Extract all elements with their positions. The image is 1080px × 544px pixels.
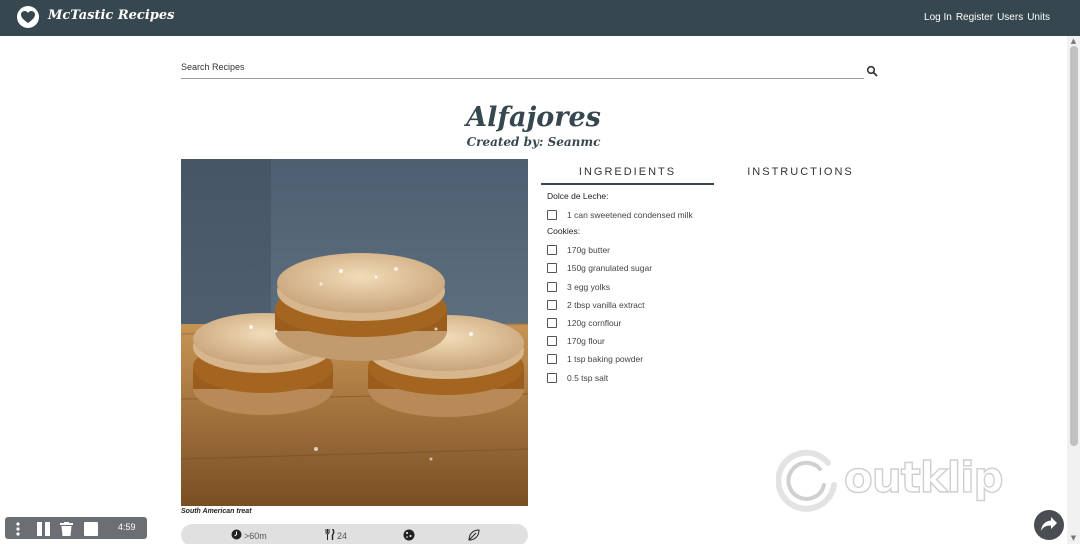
ingredient-group-heading: Dolce de Leche: (547, 191, 609, 201)
ingredient-group-heading: Cookies: (547, 226, 581, 237)
nav-register-link[interactable]: Register (956, 12, 993, 23)
nav-users-link[interactable]: Users (997, 12, 1023, 23)
ingredient-checkbox[interactable] (547, 354, 557, 365)
ingredient-item[interactable]: 170g butter (547, 241, 867, 259)
ingredient-label: 0.5 tsp salt (567, 372, 609, 383)
page-scrollbar[interactable]: ▲ ▼ (1067, 36, 1080, 544)
ingredient-checkbox[interactable] (547, 281, 557, 292)
more-icon[interactable] (15, 521, 21, 540)
ingredient-label: 150g granulated sugar (567, 263, 653, 274)
share-icon (1041, 516, 1057, 535)
stat-servings: 24 (325, 528, 348, 542)
heart-logo-icon[interactable] (17, 6, 39, 28)
stat-servings-value: 24 (337, 530, 348, 541)
photo-caption: South American treat (181, 508, 252, 515)
scroll-down-icon[interactable]: ▼ (1070, 535, 1077, 542)
ingredient-label: 120g cornflour (567, 318, 622, 329)
ingredient-item[interactable]: 0.5 tsp salt (547, 369, 867, 387)
stop-icon[interactable] (84, 521, 98, 540)
outklip-watermark: outklip (776, 447, 1016, 515)
ingredient-checkbox[interactable] (547, 245, 557, 256)
scroll-up-icon[interactable]: ▲ (1070, 38, 1077, 45)
recorder-toolbar: 4:59 (5, 517, 147, 539)
search-icon[interactable] (866, 62, 878, 77)
ingredient-label: 2 tbsp vanilla extract (567, 299, 645, 310)
tab-ingredients[interactable]: INGREDIENTS (541, 163, 714, 185)
top-navbar: McTastic Recipes Log In Register Users U… (0, 0, 1080, 36)
cookie-icon (403, 529, 415, 543)
ingredient-checkbox[interactable] (547, 263, 557, 274)
ingredient-checkbox[interactable] (547, 318, 557, 329)
ingredient-checkbox[interactable] (547, 336, 557, 347)
clock-icon (231, 529, 242, 542)
recording-timer: 4:59 (118, 522, 136, 532)
ingredient-item[interactable]: 120g cornflour (547, 314, 867, 332)
ingredient-label: 170g butter (567, 245, 611, 256)
ingredient-item[interactable]: 150g granulated sugar (547, 259, 867, 277)
ingredient-label: 1 can sweetened condensed milk (567, 210, 693, 221)
nav-links: Log In Register Users Units (924, 12, 1050, 23)
stat-time: >60m (231, 529, 267, 542)
recipe-title: Alfajores (466, 102, 601, 133)
leaf-icon (468, 529, 480, 543)
ingredients-list: Dolce de Leche: 1 can sweetened condense… (547, 189, 867, 387)
stat-category (403, 529, 415, 543)
ingredient-item[interactable]: 170g flour (547, 332, 867, 350)
ingredient-checkbox[interactable] (547, 299, 557, 310)
recipe-stats-bar: >60m 24 (181, 524, 528, 544)
search-bar (181, 55, 864, 79)
ingredient-checkbox[interactable] (547, 372, 557, 383)
trash-icon[interactable] (60, 521, 73, 540)
pause-icon[interactable] (37, 521, 50, 540)
recipe-photo (181, 159, 528, 506)
ingredient-checkbox[interactable] (547, 210, 557, 221)
brand-title[interactable]: McTastic Recipes (48, 8, 174, 23)
nav-units-link[interactable]: Units (1027, 12, 1050, 23)
ingredient-item[interactable]: 1 can sweetened condensed milk (547, 206, 867, 224)
share-button[interactable] (1034, 510, 1064, 540)
ingredient-item[interactable]: 3 egg yolks (547, 278, 867, 296)
ingredient-label: 1 tsp baking powder (567, 354, 644, 365)
nav-login-link[interactable]: Log In (924, 12, 952, 23)
outklip-logo-icon (776, 449, 837, 512)
stat-diet (468, 529, 480, 543)
ingredient-item[interactable]: 1 tsp baking powder (547, 350, 867, 368)
search-input[interactable] (181, 56, 864, 78)
ingredient-label: 170g flour (567, 336, 605, 347)
tab-instructions[interactable]: INSTRUCTIONS (714, 163, 887, 185)
ingredient-label: 3 egg yolks (567, 281, 610, 292)
ingredient-item[interactable]: 2 tbsp vanilla extract (547, 296, 867, 314)
scroll-thumb[interactable] (1070, 46, 1078, 446)
utensils-icon (325, 528, 335, 542)
recipe-author: Created by: Seanmc (466, 135, 601, 149)
watermark-text: outklip (843, 452, 1004, 502)
stat-time-value: >60m (244, 530, 267, 541)
